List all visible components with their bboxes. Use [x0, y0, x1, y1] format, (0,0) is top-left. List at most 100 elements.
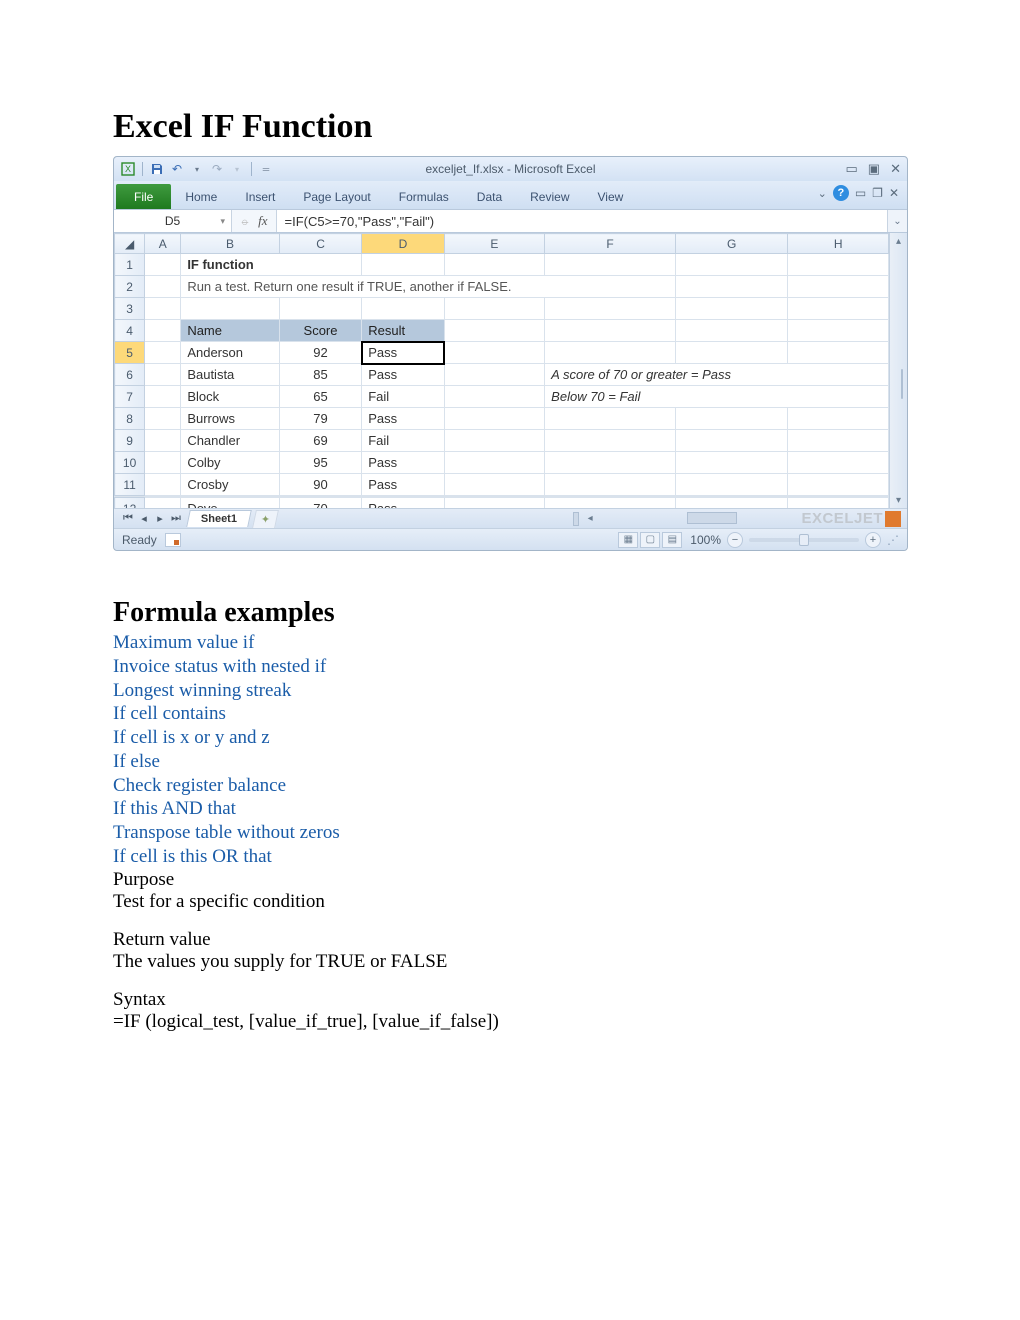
cell[interactable]: Pass	[362, 498, 444, 509]
cell[interactable]: A score of 70 or greater = Pass	[545, 364, 889, 386]
example-link[interactable]: If this AND that	[113, 797, 910, 821]
zoom-in-icon[interactable]: +	[865, 532, 881, 548]
row-header[interactable]: 4	[115, 320, 145, 342]
view-normal-icon[interactable]: ▦	[618, 532, 638, 548]
cell[interactable]: IF function	[181, 254, 362, 276]
name-box-dropdown-icon[interactable]: ▾	[220, 216, 225, 227]
close-icon[interactable]: ✕	[890, 161, 901, 177]
formula-input[interactable]: =IF(C5>=70,"Pass","Fail")	[277, 210, 888, 232]
zoom-out-icon[interactable]: −	[727, 532, 743, 548]
scroll-down-icon[interactable]: ▾	[896, 492, 901, 508]
tab-nav-prev-icon[interactable]: ◂	[136, 512, 152, 525]
hscroll-left-icon[interactable]: ◂	[583, 513, 597, 524]
cell[interactable]: 79	[279, 408, 361, 430]
cell[interactable]: 70	[279, 498, 361, 509]
example-link[interactable]: Invoice status with nested if	[113, 655, 910, 679]
tab-split-handle[interactable]	[573, 512, 579, 526]
workbook-restore-icon[interactable]: ❐	[872, 186, 883, 200]
cell[interactable]: Fail	[362, 386, 444, 408]
maximize-icon[interactable]: ▣	[868, 161, 880, 177]
scroll-up-icon[interactable]: ▴	[896, 233, 901, 249]
select-all-corner[interactable]: ◢	[115, 234, 145, 254]
cell[interactable]: Crosby	[181, 474, 280, 496]
help-icon[interactable]: ?	[833, 185, 849, 201]
cell[interactable]: Bautista	[181, 364, 280, 386]
redo-icon[interactable]: ↷	[209, 161, 225, 177]
ribbon-tab-formulas[interactable]: Formulas	[385, 184, 463, 209]
example-link[interactable]: If else	[113, 750, 910, 774]
hscroll-thumb[interactable]	[687, 512, 737, 524]
cell[interactable]: Fail	[362, 430, 444, 452]
cell[interactable]: Below 70 = Fail	[545, 386, 889, 408]
cell[interactable]: 69	[279, 430, 361, 452]
example-link[interactable]: If cell contains	[113, 702, 910, 726]
col-header[interactable]: C	[279, 234, 361, 254]
cell[interactable]: 65	[279, 386, 361, 408]
ribbon-tab-review[interactable]: Review	[516, 184, 583, 209]
qat-customize-icon[interactable]: ＝	[258, 161, 274, 177]
cell[interactable]: 90	[279, 474, 361, 496]
ribbon-tab-home[interactable]: Home	[171, 184, 231, 209]
undo-dropdown-icon[interactable]: ▾	[189, 161, 205, 177]
cell[interactable]: 95	[279, 452, 361, 474]
row-header[interactable]: 2	[115, 276, 145, 298]
example-link[interactable]: If cell is this OR that	[113, 845, 910, 869]
name-box[interactable]: D5 ▾	[114, 210, 232, 232]
example-link[interactable]: If cell is x or y and z	[113, 726, 910, 750]
cell[interactable]: Pass	[362, 408, 444, 430]
row-header[interactable]: 3	[115, 298, 145, 320]
ribbon-tab-view[interactable]: View	[584, 184, 638, 209]
macro-record-icon[interactable]	[165, 533, 181, 547]
col-header[interactable]: D	[362, 234, 444, 254]
row-header[interactable]: 1	[115, 254, 145, 276]
sheet-tab[interactable]: Sheet1	[186, 510, 252, 527]
cell[interactable]: Colby	[181, 452, 280, 474]
col-header[interactable]: F	[545, 234, 676, 254]
cell[interactable]: Result	[362, 320, 444, 342]
example-link[interactable]: Longest winning streak	[113, 679, 910, 703]
cell[interactable]: Pass	[362, 364, 444, 386]
workbook-close-icon[interactable]: ✕	[889, 186, 899, 200]
new-sheet-icon[interactable]: ✦	[252, 510, 279, 528]
cell[interactable]: Burrows	[181, 408, 280, 430]
tab-nav-next-icon[interactable]: ▸	[152, 512, 168, 525]
ribbon-tab-data[interactable]: Data	[463, 184, 516, 209]
col-header[interactable]: H	[788, 234, 889, 254]
ribbon-tab-insert[interactable]: Insert	[231, 184, 289, 209]
minimize-icon[interactable]: ▭	[846, 161, 858, 177]
vertical-scrollbar[interactable]: ▴ ▾	[889, 233, 907, 508]
row-header[interactable]: 6	[115, 364, 145, 386]
row-header[interactable]: 10	[115, 452, 145, 474]
cell[interactable]: Pass	[362, 474, 444, 496]
row-header[interactable]: 8	[115, 408, 145, 430]
col-header[interactable]: B	[181, 234, 280, 254]
cell[interactable]: Anderson	[181, 342, 280, 364]
col-header[interactable]: A	[145, 234, 181, 254]
view-pagebreak-icon[interactable]: ▤	[662, 532, 682, 548]
cell[interactable]: 85	[279, 364, 361, 386]
scrollbar-thumb[interactable]	[901, 369, 903, 399]
cell[interactable]: 92	[279, 342, 361, 364]
tab-nav-first-icon[interactable]: ⏮	[120, 512, 136, 525]
cell[interactable]: Pass	[362, 452, 444, 474]
redo-dropdown-icon[interactable]: ▾	[229, 161, 245, 177]
save-icon[interactable]	[149, 161, 165, 177]
example-link[interactable]: Maximum value if	[113, 631, 910, 655]
row-header[interactable]: 12	[115, 498, 145, 509]
example-link[interactable]: Transpose table without zeros	[113, 821, 910, 845]
row-header[interactable]: 9	[115, 430, 145, 452]
col-header[interactable]: G	[675, 234, 788, 254]
ribbon-minimize-icon[interactable]: ⌄	[818, 187, 827, 200]
ribbon-tab-page-layout[interactable]: Page Layout	[289, 184, 384, 209]
zoom-slider-thumb[interactable]	[799, 534, 809, 546]
fx-icon[interactable]: fx	[258, 213, 267, 229]
cell[interactable]: Score	[279, 320, 361, 342]
selected-cell[interactable]: Pass	[362, 342, 444, 364]
view-layout-icon[interactable]: ▢	[640, 532, 660, 548]
file-tab[interactable]: File	[116, 184, 171, 209]
row-header[interactable]: 5	[115, 342, 145, 364]
resize-grip-icon[interactable]: ⋰	[887, 533, 899, 547]
cell[interactable]: Run a test. Return one result if TRUE, a…	[181, 276, 676, 298]
spreadsheet-grid[interactable]: ◢ A B C D E F G H 1IF function 2Run a te…	[114, 233, 889, 496]
formula-expand-icon[interactable]: ⌄	[887, 210, 907, 232]
